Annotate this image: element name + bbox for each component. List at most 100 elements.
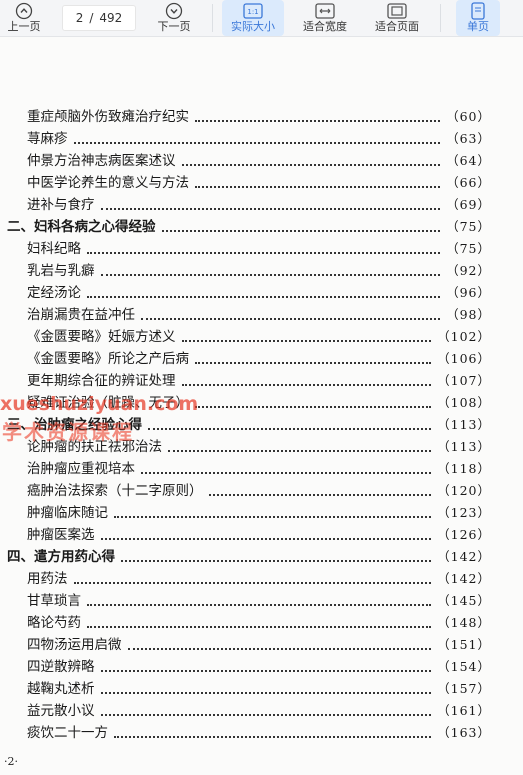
page-footer-number: ·2· bbox=[4, 755, 18, 768]
toc-title: 中医学论养生的意义与方法 bbox=[27, 175, 189, 191]
fit-page-button[interactable]: 适合页面 bbox=[366, 0, 428, 36]
toc-section-row: 二、妇科各病之心得经验 （75） bbox=[0, 216, 523, 238]
toc-dot-leader bbox=[182, 340, 431, 342]
toc-title: 荨麻疹 bbox=[27, 131, 68, 147]
toc-item-row: 乳岩与乳癖 （92） bbox=[0, 260, 523, 282]
toc-title: 四、遣方用药心得 bbox=[7, 549, 115, 565]
toc-page-number: （106） bbox=[437, 351, 491, 366]
toc-page-number: （113） bbox=[437, 439, 491, 454]
toc-item-row: 《金匮要略》所论之产后病 （106） bbox=[0, 348, 523, 370]
toc-page-number: （142） bbox=[437, 549, 491, 564]
actual-size-icon-text: 1:1 bbox=[247, 8, 258, 16]
single-page-label: 单页 bbox=[467, 20, 489, 33]
single-page-button[interactable]: 单页 bbox=[456, 0, 500, 36]
toc-title: 重症颅脑外伤致瘫治疗纪实 bbox=[27, 109, 189, 125]
toc-title: 略论芍药 bbox=[27, 615, 81, 631]
toc-dot-leader bbox=[168, 450, 431, 452]
toc-item-row: 治肿瘤应重视培本 （118） bbox=[0, 458, 523, 480]
toc-dot-leader bbox=[87, 604, 431, 606]
toc-dot-leader bbox=[141, 472, 431, 474]
watermark-url: xueshuziyuan.com bbox=[0, 393, 199, 415]
fit-width-button[interactable]: 适合宽度 bbox=[294, 0, 356, 36]
toc-item-row: 甘草琐言 （145） bbox=[0, 590, 523, 612]
toc-title: 益元散小议 bbox=[27, 703, 95, 719]
next-page-button[interactable]: 下一页 bbox=[152, 0, 196, 36]
toc-page-number: （108） bbox=[437, 395, 491, 410]
viewer-toolbar: 上一页 2 / 492 下一页 1:1 实际大小 适合宽度 适合页面 单页 bbox=[0, 0, 523, 37]
toc-dot-leader bbox=[182, 384, 431, 386]
toc-dot-leader bbox=[195, 120, 440, 122]
prev-page-button[interactable]: 上一页 bbox=[2, 0, 46, 36]
toc-title: 肿瘤临床随记 bbox=[27, 505, 108, 521]
toc-item-row: 治崩漏贵在益冲任 （98） bbox=[0, 304, 523, 326]
actual-size-button[interactable]: 1:1 实际大小 bbox=[222, 0, 284, 36]
watermark-text: 学术资源课程 bbox=[2, 420, 134, 444]
actual-size-icon: 1:1 bbox=[242, 2, 264, 20]
toc-dot-leader bbox=[114, 736, 431, 738]
fit-page-icon bbox=[386, 2, 408, 20]
toc-item-row: 妇科纪略 （75） bbox=[0, 238, 523, 260]
toc-page-number: （126） bbox=[437, 527, 491, 542]
toc-page-number: （148） bbox=[437, 615, 491, 630]
toc-dot-leader bbox=[195, 406, 431, 408]
toc-title: 四逆散辨略 bbox=[27, 659, 95, 675]
toc-title: 治肿瘤应重视培本 bbox=[27, 461, 135, 477]
toc-item-row: 荨麻疹 （63） bbox=[0, 128, 523, 150]
toc-title: 用药法 bbox=[27, 571, 68, 587]
toc-dot-leader bbox=[148, 428, 431, 430]
toc-page-number: （142） bbox=[437, 571, 491, 586]
toc-page-number: （66） bbox=[446, 175, 491, 190]
toc-page-number: （163） bbox=[437, 725, 491, 740]
toc-page-number: （123） bbox=[437, 505, 491, 520]
toc-dot-leader bbox=[128, 648, 431, 650]
toc-page-number: （151） bbox=[437, 637, 491, 652]
toc-item-row: 定经汤论 （96） bbox=[0, 282, 523, 304]
toc-dot-leader bbox=[195, 362, 431, 364]
fit-width-label: 适合宽度 bbox=[303, 20, 347, 33]
toc-item-row: 痰饮二十一方 （163） bbox=[0, 722, 523, 744]
toc-title: 乳岩与乳癖 bbox=[27, 263, 95, 279]
toc-page-number: （63） bbox=[446, 131, 491, 146]
toc-dot-leader bbox=[101, 274, 440, 276]
toc-page-number: （92） bbox=[446, 263, 491, 278]
toc-title: 妇科纪略 bbox=[27, 241, 81, 257]
toolbar-divider bbox=[212, 4, 213, 32]
next-page-label: 下一页 bbox=[157, 20, 191, 33]
toc-title: 癌肿治法探索（十二字原则） bbox=[27, 483, 203, 499]
toc-dot-leader bbox=[87, 626, 431, 628]
toc-title: 甘草琐言 bbox=[27, 593, 81, 609]
page-current-input[interactable]: 2 bbox=[76, 11, 84, 25]
toc-dot-leader bbox=[101, 714, 431, 716]
prev-page-label: 上一页 bbox=[7, 20, 41, 33]
toc-item-row: 越鞠丸述析 （157） bbox=[0, 678, 523, 700]
toc-item-row: 重症颅脑外伤致瘫治疗纪实 （60） bbox=[0, 106, 523, 128]
toc-item-row: 肿瘤医案选 （126） bbox=[0, 524, 523, 546]
toc-section-row: 四、遣方用药心得 （142） bbox=[0, 546, 523, 568]
toc-page-number: （120） bbox=[437, 483, 491, 498]
toc-title: 治崩漏贵在益冲任 bbox=[27, 307, 135, 323]
toc-dot-leader bbox=[114, 516, 431, 518]
toc-dot-leader bbox=[101, 670, 431, 672]
toc-title: 进补与食疗 bbox=[27, 197, 95, 213]
toc-dot-leader bbox=[162, 230, 440, 232]
toc-dot-leader bbox=[74, 582, 431, 584]
toc-title: 定经汤论 bbox=[27, 285, 81, 301]
toc-title: 更年期综合征的辨证处理 bbox=[27, 373, 176, 389]
toc-item-row: 《金匮要略》妊娠方述义 （102） bbox=[0, 326, 523, 348]
toc-page-number: （107） bbox=[437, 373, 491, 388]
toc-dot-leader bbox=[121, 560, 431, 562]
toc-page-number: （102） bbox=[437, 329, 491, 344]
toc-dot-leader bbox=[195, 186, 440, 188]
actual-size-label: 实际大小 bbox=[231, 20, 275, 33]
toc-item-row: 益元散小议 （161） bbox=[0, 700, 523, 722]
toc-dot-leader bbox=[74, 142, 440, 144]
page-number-box[interactable]: 2 / 492 bbox=[62, 5, 136, 31]
toc-page-number: （96） bbox=[446, 285, 491, 300]
toc-item-row: 肿瘤临床随记 （123） bbox=[0, 502, 523, 524]
toc-dot-leader bbox=[209, 494, 431, 496]
toc-title: 二、妇科各病之心得经验 bbox=[7, 219, 156, 235]
fit-page-label: 适合页面 bbox=[375, 20, 419, 33]
toc-title: 《金匮要略》所论之产后病 bbox=[27, 351, 189, 367]
fit-width-icon bbox=[314, 2, 336, 20]
toc-dot-leader bbox=[87, 296, 440, 298]
